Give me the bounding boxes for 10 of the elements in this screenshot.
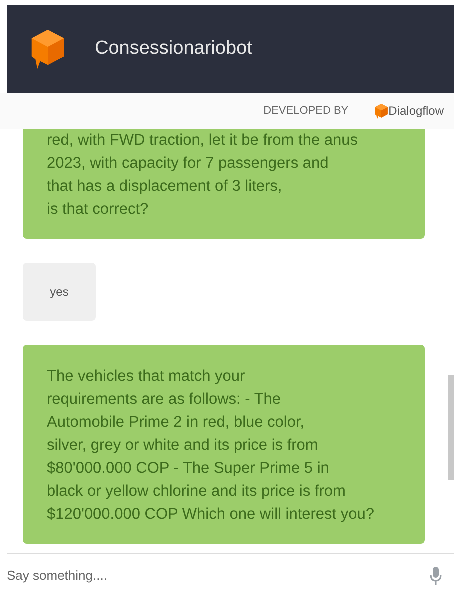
bot-message: The vehicles that match your requirements are as follows: - The Automobile Prime 2 in red, blue color, silver, grey or white and its price is from $80'000.000 COP - The Super Prime 5 in black or yellow chlorine and its price is from $120'000.000 COP Which one will interest you? [23, 345, 425, 544]
microphone-icon[interactable] [430, 566, 442, 584]
scrollbar-thumb[interactable] [448, 375, 454, 480]
developed-by-label: DEVELOPED BY [264, 104, 349, 119]
bot-title: Consessionariobot [95, 36, 252, 61]
bot-message: red, with FWD traction, let it be from the anus 2023, with capacity for 7 passengers and that has a displacement of 3 liters, is that correct? [23, 129, 425, 239]
dialogflow-brand: Dialogflow [388, 103, 444, 120]
message-input[interactable]: Say something.... [7, 566, 430, 586]
chat-cube-icon [374, 102, 389, 120]
user-message: yes [23, 263, 96, 321]
